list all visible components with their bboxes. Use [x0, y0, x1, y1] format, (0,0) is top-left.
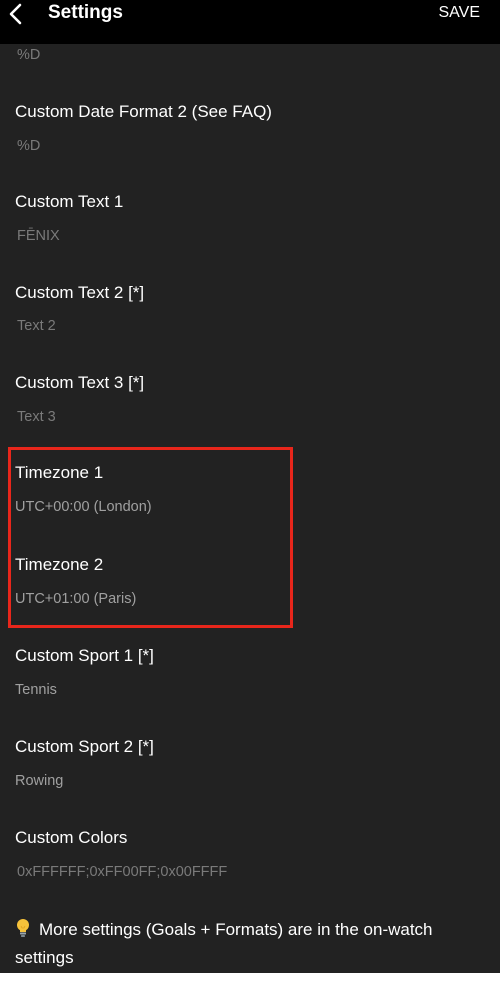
chevron-left-icon [9, 3, 22, 25]
timezone-1-label: Timezone 1 [15, 463, 104, 482]
custom-colors-label: Custom Colors [15, 828, 128, 847]
page-title: Settings [48, 2, 123, 23]
custom-text-2-value[interactable]: Text 2 [17, 316, 56, 336]
lightbulb-icon [17, 919, 29, 937]
timezone-1-select[interactable]: UTC+00:00 (London) [15, 497, 152, 517]
footer-note-text: More settings (Goals + Formats) are in t… [15, 920, 433, 967]
timezone-2-select[interactable]: UTC+01:00 (Paris) [15, 589, 136, 609]
custom-text-3-value[interactable]: Text 3 [17, 407, 56, 427]
timezone-2-label: Timezone 2 [15, 555, 104, 574]
date-format-2-value[interactable]: %D [17, 136, 40, 156]
custom-text-2-label: Custom Text 2 [*] [15, 283, 145, 302]
custom-sport-1-label: Custom Sport 1 [*] [15, 646, 154, 665]
date-format-2-label: Custom Date Format 2 (See FAQ) [15, 102, 272, 121]
top-bar: Settings SAVE [0, 0, 500, 44]
custom-sport-1-select[interactable]: Tennis [15, 680, 57, 700]
save-button[interactable]: SAVE [439, 2, 481, 24]
settings-screen: Settings SAVE %D Custom Date Format 2 (S… [0, 0, 500, 973]
custom-colors-value[interactable]: 0xFFFFFF;0xFF00FF;0x00FFFF [17, 862, 227, 882]
custom-text-1-value[interactable]: FĒNIX [17, 226, 60, 246]
footer-note: More settings (Goals + Formats) are in t… [15, 916, 480, 972]
custom-text-1-label: Custom Text 1 [15, 192, 124, 211]
date-format-1-value[interactable]: %D [17, 45, 40, 65]
custom-text-3-label: Custom Text 3 [*] [15, 373, 145, 392]
bottom-blank-area [0, 973, 500, 1001]
custom-sport-2-select[interactable]: Rowing [15, 771, 63, 791]
custom-sport-2-label: Custom Sport 2 [*] [15, 737, 154, 756]
back-button[interactable] [2, 0, 38, 28]
